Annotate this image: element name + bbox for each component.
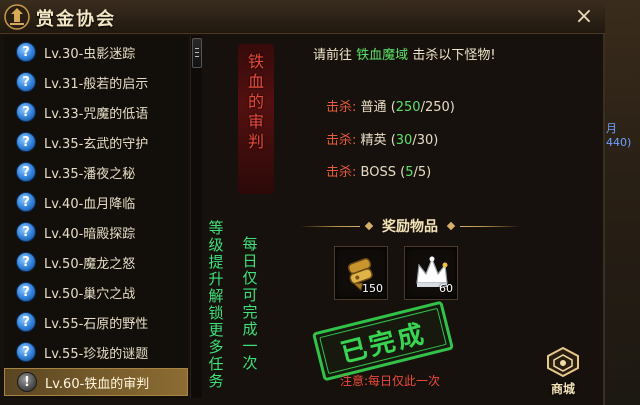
quest-list-item[interactable]: ? Lv.30-虫影迷踪 [4,38,188,66]
kill-label: 击杀: [326,133,357,148]
unlock-hint-vertical: 等级提升解锁更多任务 [208,219,224,390]
game-world-backdrop: 月440) [600,0,640,405]
quest-list-scrollbar[interactable] [190,36,202,398]
kill-type: 普通 [360,100,387,115]
question-icon: ? [16,102,36,122]
question-icon: ? [16,72,36,92]
diamond-ornament-icon [446,221,456,231]
question-icon: ? [16,252,36,272]
reward-title: 奖励物品 [382,219,438,235]
quest-label: Lv.50-魔龙之怒 [44,256,136,272]
quest-label: Lv.60-铁血的审判 [45,376,150,392]
kill-label: 击杀: [326,165,357,180]
diamond-ornament-icon [364,221,374,231]
kill-current: 250 [395,100,421,115]
kill-total: /5 [413,165,427,180]
quest-list-item[interactable]: ? Lv.40-暗殿探踪 [4,218,188,246]
question-icon: ? [16,132,36,152]
quest-list-item[interactable]: ? Lv.35-潘夜之秘 [4,158,188,186]
kill-paren-close: ) [449,100,455,115]
quest-list-item[interactable]: ? Lv.50-魔龙之怒 [4,248,188,276]
divider [300,225,360,227]
world-text-fragment: 月440) [606,122,632,149]
kill-label: 击杀: [326,100,357,115]
quest-label: Lv.35-玄武的守护 [44,136,149,152]
question-icon: ? [16,222,36,242]
reward-header: 奖励物品 [300,216,520,236]
quest-label: Lv.33-咒魔的低语 [44,106,149,122]
quest-label: Lv.55-珍珑的谜题 [44,346,149,362]
reward-slot-crown[interactable]: 60 [404,246,458,300]
kill-total: /250 [420,100,450,115]
reward-slot-gold[interactable]: 150 [334,246,388,300]
daily-hint-vertical: 每日仅可完成一次 [242,235,258,372]
quest-list-item[interactable]: ? Lv.50-巢穴之战 [4,278,188,306]
quest-list-item[interactable]: ? Lv.33-咒魔的低语 [4,98,188,126]
scrollbar-thumb[interactable] [192,38,202,68]
daily-note: 注意:每日仅此一次 [340,374,441,388]
quest-label: Lv.30-虫影迷踪 [44,46,136,62]
prompt-prefix: 请前往 [313,48,353,63]
reward-count: 60 [439,282,453,295]
completed-stamp-text: 已完成 [337,318,430,369]
window-title: 赏金协会 [36,9,116,30]
kill-row-normal: 击杀: 普通 (250/250) [326,96,455,115]
kill-paren-close: ) [426,165,432,180]
question-icon: ? [16,312,36,332]
quest-list-item[interactable]: ? Lv.55-石原的野性 [4,308,188,336]
question-icon: ? [16,342,36,362]
quest-label: Lv.40-血月降临 [44,196,136,212]
quest-list-item[interactable]: ? Lv.35-玄武的守护 [4,128,188,156]
question-icon: ? [16,192,36,212]
quest-list-item[interactable]: ? Lv.55-珍珑的谜题 [4,338,188,366]
kill-paren-close: ) [433,133,439,148]
question-icon: ? [16,162,36,182]
quest-title-vertical: 铁血的审判 [248,52,265,151]
divider [460,225,520,227]
question-icon: ? [16,42,36,62]
quest-label: Lv.50-巢穴之战 [44,286,136,302]
quest-prompt: 请前往 铁血魔域 击杀以下怪物! [313,44,496,63]
bounty-guild-window: 赏金协会 × ? Lv.30-虫影迷踪? Lv.31-般若的启示? Lv.33-咒魔的… [0,0,605,405]
close-button[interactable]: × [571,4,597,30]
prompt-suffix: 击杀以下怪物! [412,48,496,63]
exclamation-icon: ! [17,372,37,392]
quest-list-item[interactable]: ! Lv.60-铁血的审判 [4,368,188,396]
completed-stamp: 已完成 [311,300,455,382]
kill-type: BOSS [360,165,396,180]
kill-type: 精英 [360,133,387,148]
quest-label: Lv.40-暗殿探踪 [44,226,136,242]
quest-list-item[interactable]: ? Lv.31-般若的启示 [4,68,188,96]
kill-current: 30 [395,133,413,148]
quest-list-item[interactable]: ? Lv.40-血月降临 [4,188,188,216]
reward-count: 150 [362,282,383,295]
quest-label: Lv.31-般若的启示 [44,76,149,92]
quest-label: Lv.35-潘夜之秘 [44,166,136,182]
window-titlebar: 赏金协会 × [0,0,605,34]
quest-list: ? Lv.30-虫影迷踪? Lv.31-般若的启示? Lv.33-咒魔的低语? Lv.3… [4,36,188,398]
guild-emblem-icon [4,4,30,30]
shop-label: 商城 [550,382,575,396]
shop-button[interactable]: 商城 [540,346,586,398]
shop-emblem-icon [547,346,579,378]
prompt-location: 铁血魔域 [356,48,409,63]
kill-row-boss: 击杀: BOSS (5/5) [326,161,431,180]
kill-total: /30 [412,133,434,148]
question-icon: ? [16,282,36,302]
kill-row-elite: 击杀: 精英 (30/30) [326,129,438,148]
quest-label: Lv.55-石原的野性 [44,316,149,332]
